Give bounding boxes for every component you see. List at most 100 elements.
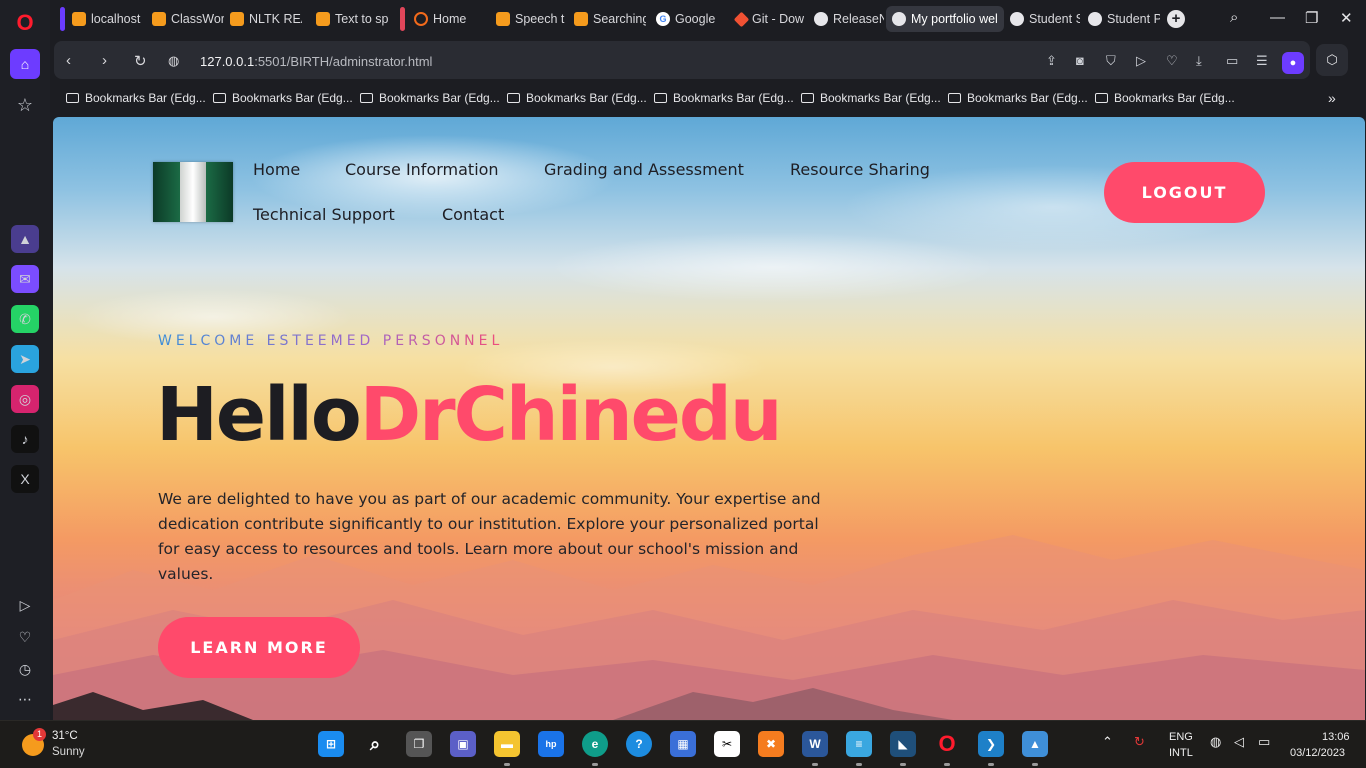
notepad-icon[interactable]: ≡ [846,731,872,757]
learn-more-button[interactable]: LEARN MORE [158,617,360,678]
close-icon[interactable]: ✕ [1340,9,1353,27]
photos-icon[interactable]: ▲ [1022,731,1048,757]
nigeria-flag-logo[interactable] [153,162,234,222]
nav-grading-assessment[interactable]: Grading and Assessment [544,160,744,179]
nav-home[interactable]: Home [253,160,300,179]
vscode-icon[interactable]: ❯ [978,731,1004,757]
bookmark-folder[interactable]: Bookmarks Bar (Edg... [360,91,500,105]
tab-active[interactable]: My portfolio wel [886,6,1004,32]
extensions-cube-icon[interactable]: ⬡ [1316,44,1348,76]
whatsapp-icon[interactable]: ✆ [11,305,39,333]
forward-icon[interactable]: › [102,52,107,69]
word-icon[interactable]: W [802,731,828,757]
new-tab-plus-icon[interactable]: + [1167,10,1185,28]
tab[interactable]: G Google [650,6,728,32]
tab[interactable]: Git - Dow [730,6,810,32]
tab[interactable]: Student S [1004,6,1080,32]
tab-island-marker [60,7,65,31]
keyboard-layout[interactable]: INTL [1169,747,1193,759]
weather-condition[interactable]: Sunny [52,746,85,758]
aria-icon[interactable]: ▲ [11,225,39,253]
instagram-icon[interactable]: ◎ [11,385,39,413]
bookmark-folder[interactable]: Bookmarks Bar (Edg... [948,91,1088,105]
tab[interactable]: Home [408,6,488,32]
bookmark-folder[interactable]: Bookmarks Bar (Edg... [213,91,353,105]
site-info-globe-icon[interactable]: ◍ [168,53,179,69]
file-explorer-icon[interactable]: ▬ [494,731,520,757]
minimize-icon[interactable]: — [1270,9,1285,26]
nav-technical-support[interactable]: Technical Support [253,205,395,224]
heart-icon[interactable]: ♡ [1166,53,1178,69]
weather-temperature[interactable]: 31°C [52,730,78,742]
back-icon[interactable]: ‹ [66,52,71,69]
globe-icon [1010,12,1024,26]
store-icon[interactable]: ▦ [670,731,696,757]
bookmark-folder[interactable]: Bookmarks Bar (Edg... [801,91,941,105]
battery-saver-icon[interactable]: ▭ [1226,53,1238,69]
easy-setup-icon[interactable]: ☰ [1256,53,1268,69]
battery-icon[interactable]: ▭ [1258,734,1270,750]
nav-course-information[interactable]: Course Information [345,160,499,179]
teams-chat-icon[interactable]: ▣ [450,731,476,757]
capcut-icon[interactable]: ✂ [714,731,740,757]
edge-icon[interactable]: e [582,731,608,757]
sync-icon[interactable]: ↻ [1134,734,1145,750]
history-icon[interactable]: ◷ [10,654,40,684]
tab[interactable]: NLTK REA [224,6,302,32]
tab[interactable]: localhost [66,6,146,32]
bookmark-folder[interactable]: Bookmarks Bar (Edg... [66,91,206,105]
tab[interactable]: Text to sp [310,6,390,32]
git-icon [733,11,750,27]
logout-button[interactable]: LOGOUT [1104,162,1265,223]
tab[interactable]: Speech t [490,6,568,32]
x-twitter-icon[interactable]: X [11,465,39,493]
hp-app-icon[interactable]: hp [538,731,564,757]
telegram-icon[interactable]: ➤ [11,345,39,373]
restore-icon[interactable]: ❐ [1305,9,1318,27]
home-icon[interactable]: ⌂ [10,49,40,79]
windows-start-icon[interactable]: ⊞ [318,731,344,757]
url-text[interactable]: 127.0.0.1:5501/BIRTH/adminstrator.html [200,54,432,69]
bookmark-folder[interactable]: Bookmarks Bar (Edg... [654,91,794,105]
star-icon[interactable]: ☆ [10,90,40,120]
address-bar[interactable]: ‹ › ↻ ◍ 127.0.0.1:5501/BIRTH/adminstrato… [54,41,1310,79]
document-icon [496,12,510,26]
mysql-workbench-icon[interactable]: ◣ [890,731,916,757]
heart-icon[interactable]: ♡ [10,622,40,652]
clock-date[interactable]: 03/12/2023 [1290,747,1345,759]
web-page: Home Course Information Grading and Asse… [53,117,1365,720]
network-globe-icon[interactable]: ◍ [1210,734,1221,750]
chevron-right-double-icon[interactable]: » [1328,90,1336,106]
tab[interactable]: ClassWor [146,6,224,32]
tiktok-icon[interactable]: ♪ [11,425,39,453]
download-icon[interactable]: ⤓ [1196,53,1202,69]
tab[interactable]: Student P [1082,6,1160,32]
tab[interactable]: ReleaseN [808,6,884,32]
messenger-icon[interactable]: ✉ [11,265,39,293]
reload-icon[interactable]: ↻ [134,52,147,70]
xampp-icon[interactable]: ✖ [758,731,784,757]
player-icon[interactable]: ▷ [10,590,40,620]
nav-contact[interactable]: Contact [442,205,504,224]
folder-icon [654,93,667,103]
shield-icon[interactable]: ⛉ [1106,53,1116,69]
bookmark-folder[interactable]: Bookmarks Bar (Edg... [1095,91,1235,105]
volume-icon[interactable]: ◁ [1234,734,1244,750]
tab[interactable]: Searching [568,6,646,32]
share-icon[interactable]: ⇪ [1046,53,1057,69]
clock-time[interactable]: 13:06 [1322,731,1350,743]
opera-logo-icon[interactable]: O [10,8,40,38]
camera-icon[interactable]: ◙ [1076,53,1084,68]
language-indicator[interactable]: ENG [1169,731,1193,743]
opera-icon[interactable]: O [934,731,960,757]
chevron-up-icon[interactable]: ⌃ [1102,734,1113,750]
player-icon[interactable]: ▷ [1136,53,1146,69]
search-tabs-icon[interactable]: ⌕ [1230,9,1238,26]
search-icon[interactable]: ⌕ [362,731,388,757]
nav-resource-sharing[interactable]: Resource Sharing [790,160,930,179]
help-icon[interactable]: ? [626,731,652,757]
bookmark-folder[interactable]: Bookmarks Bar (Edg... [507,91,647,105]
profile-icon[interactable]: ● [1282,52,1304,74]
task-view-icon[interactable]: ❐ [406,731,432,757]
more-icon[interactable]: ⋯ [10,684,40,714]
